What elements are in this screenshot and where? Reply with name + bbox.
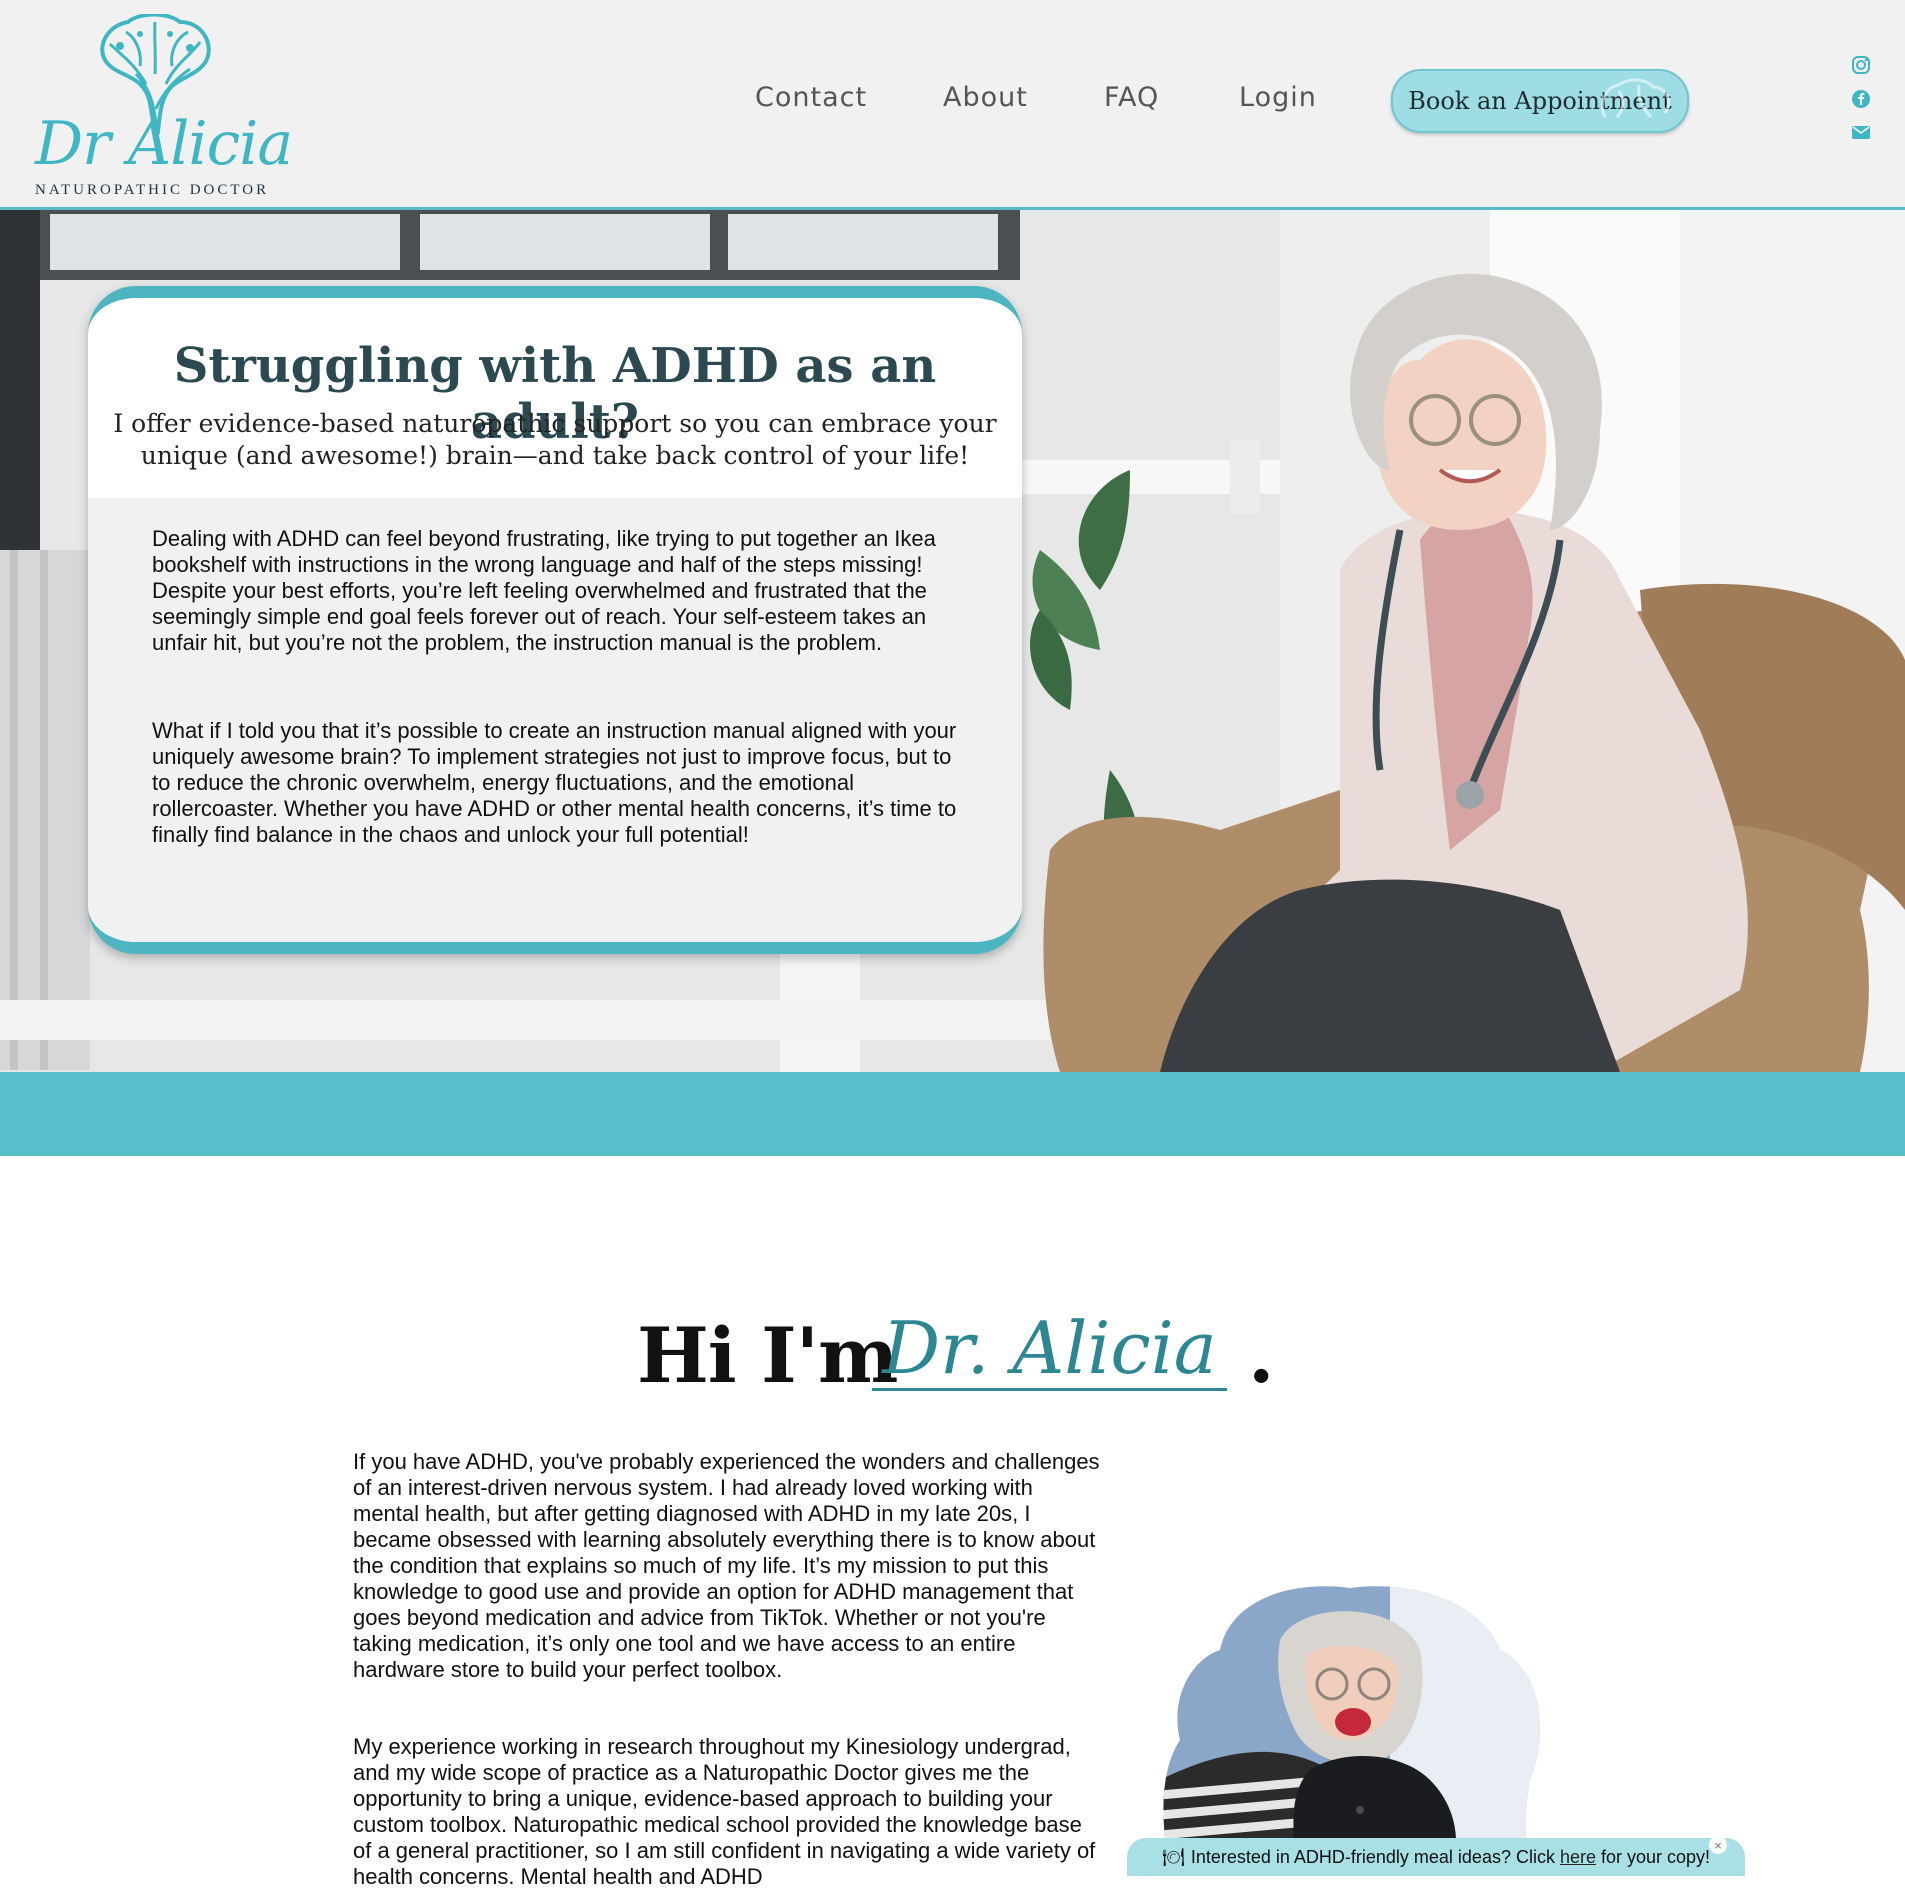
banner-here-link[interactable]: here [1560, 1847, 1596, 1868]
brain-decoration-icon [1600, 78, 1670, 119]
logo-script-text: Dr Alicia [35, 109, 293, 179]
logo-subtitle: NATUROPATHIC DOCTOR [35, 182, 270, 198]
nav-faq[interactable]: FAQ [1104, 82, 1159, 113]
plate-icon: 🍽 [1161, 1846, 1185, 1867]
about-paragraph: My experience working in research throug… [353, 1734, 1096, 1889]
instagram-icon[interactable] [1851, 55, 1871, 75]
section-divider-band [0, 1072, 1905, 1156]
hero-paragraph: What if I told you that it’s possible to… [152, 718, 957, 847]
banner-text-after: for your copy! [1601, 1846, 1711, 1867]
hero-body: Dealing with ADHD can feel beyond frustr… [88, 498, 1022, 942]
nav-about[interactable]: About [943, 82, 1028, 113]
book-appointment-button[interactable]: Book an Appointment [1391, 69, 1689, 133]
nav-contact[interactable]: Contact [755, 82, 867, 113]
logo[interactable]: Dr Alicia NATUROPATHIC DOCTOR [30, 14, 300, 198]
about-paragraph: If you have ADHD, you've probably experi… [353, 1449, 1100, 1682]
hero-section: Struggling with ADHD as an adult? I offe… [0, 210, 1905, 1072]
about-heading-prefix: Hi I'm [637, 1311, 898, 1400]
about-heading-suffix: . [1248, 1311, 1275, 1400]
banner-text-before: Interested in ADHD-friendly meal ideas? … [1190, 1846, 1555, 1867]
hero-subtitle: I offer evidence-based naturopathic supp… [113, 409, 997, 470]
doctor-with-dog-photo [1163, 1586, 1540, 1870]
email-icon[interactable] [1851, 122, 1871, 142]
close-icon[interactable]: × [1709, 1836, 1727, 1854]
facebook-icon[interactable] [1851, 89, 1871, 109]
hero-paragraph: Dealing with ADHD can feel beyond frustr… [152, 526, 936, 655]
site-header: Dr Alicia NATUROPATHIC DOCTOR Contact Ab… [0, 0, 1905, 210]
hero-card: Struggling with ADHD as an adult? I offe… [88, 286, 1022, 954]
meal-ideas-banner[interactable]: 🍽 Interested in ADHD-friendly meal ideas… [1127, 1836, 1745, 1876]
about-heading-name: Dr. Alicia [882, 1306, 1217, 1390]
nav-login[interactable]: Login [1239, 82, 1317, 113]
heading-name-underline [872, 1388, 1227, 1391]
